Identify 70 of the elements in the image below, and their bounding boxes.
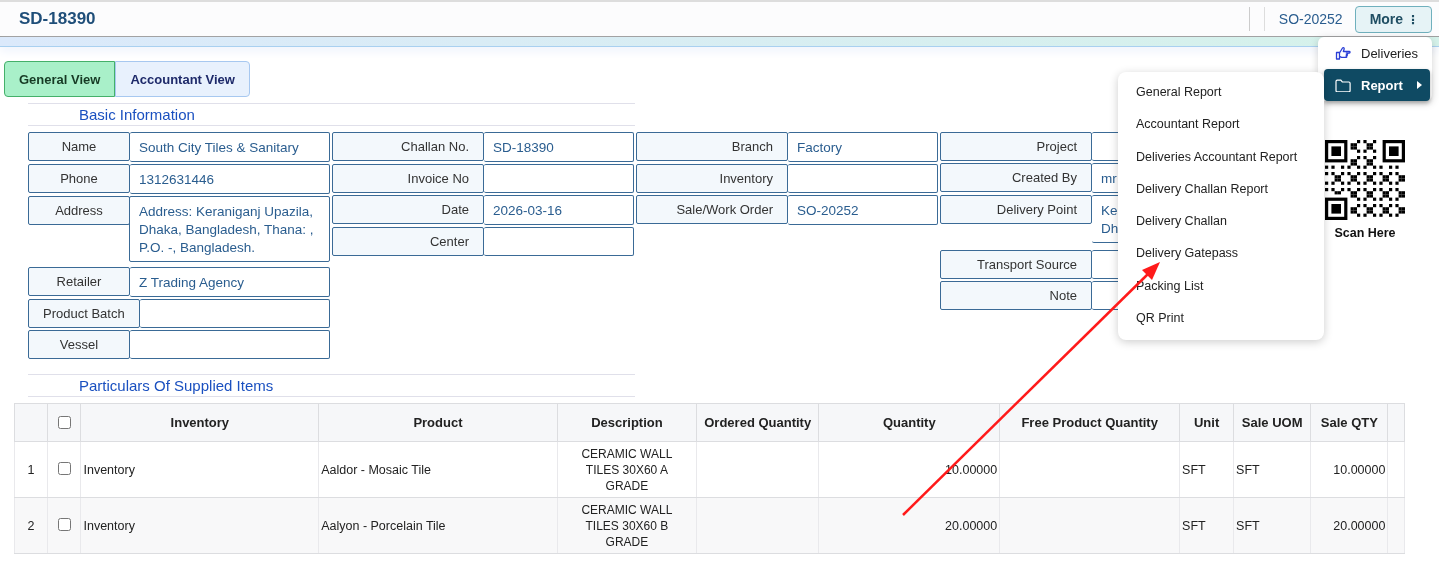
field-value: South City Tiles & Sanitary: [130, 132, 330, 162]
column-header: Unit: [1179, 403, 1234, 442]
view-tab[interactable]: Accountant View: [115, 61, 250, 97]
table-cell: CERAMIC WALL TILES 30X60 B GRADE: [557, 497, 697, 554]
column-header: Inventory: [81, 403, 319, 442]
qr-caption: Scan Here: [1334, 226, 1396, 240]
field-label: Center: [332, 227, 484, 256]
field-label: Delivery Point: [940, 195, 1092, 224]
field-label: Retailer: [28, 267, 130, 296]
menu-item[interactable]: Packing List: [1118, 269, 1324, 303]
table-cell: 20.00000: [1310, 497, 1388, 554]
row-number: 1: [14, 441, 48, 498]
table-cell: SFT: [1233, 497, 1311, 554]
field-label: Created By: [940, 163, 1092, 192]
view-tab[interactable]: General View: [4, 61, 116, 97]
field-value: SD-18390: [484, 132, 634, 162]
table-cell: SFT: [1179, 497, 1234, 554]
field-value: Factory: [788, 132, 938, 162]
field-label: Date: [332, 195, 484, 224]
order-link[interactable]: SO-20252: [1278, 11, 1343, 27]
table-cell: SFT: [1233, 441, 1311, 498]
field-value: 2026-03-16: [484, 195, 634, 225]
field-label: Inventory: [636, 164, 788, 193]
field-label: Product Batch: [28, 299, 140, 328]
table-cell: 10.00000: [1310, 441, 1388, 498]
table-cell: Inventory: [81, 497, 319, 554]
column-header: Quantity: [818, 403, 1000, 442]
row-checkbox[interactable]: [57, 462, 71, 475]
field-value: 1312631446: [130, 164, 330, 194]
menu-item[interactable]: Accountant Report: [1118, 108, 1324, 141]
field-label: Address: [28, 196, 130, 225]
column-header: Sale QTY: [1310, 403, 1388, 442]
section-heading: Basic Information: [79, 106, 195, 123]
table-cell: Aaldor - Mosaic Tile: [318, 441, 558, 498]
select-all-checkbox[interactable]: [57, 416, 71, 429]
field-label: Name: [28, 132, 130, 161]
section-heading: Particulars Of Supplied Items: [79, 377, 274, 394]
table-cell: SFT: [1179, 441, 1234, 498]
column-header: Product: [318, 403, 558, 442]
field-label: Note: [940, 281, 1092, 310]
field-label: Transport Source: [940, 250, 1092, 279]
row-number: 2: [14, 497, 48, 554]
column-header: Description: [557, 403, 697, 442]
field-label: Invoice No: [332, 164, 484, 193]
field-value: Z Trading Agency: [130, 267, 330, 297]
menu-item[interactable]: QR Print: [1118, 302, 1324, 335]
menu-item[interactable]: Report: [1324, 69, 1430, 101]
table-cell: 20.00000: [818, 497, 1000, 554]
page-title: SD-18390: [19, 9, 96, 29]
menu-item[interactable]: Deliveries: [1318, 37, 1432, 69]
pointing-hand-icon: [1335, 46, 1351, 60]
field-label: Branch: [636, 132, 788, 161]
column-header: Sale UOM: [1233, 403, 1311, 442]
row-checkbox[interactable]: [57, 518, 71, 531]
table-cell: CERAMIC WALL TILES 30X60 A GRADE: [557, 441, 697, 498]
field-label: Sale/Work Order: [636, 195, 788, 224]
field-label: Challan No.: [332, 132, 484, 161]
table-cell: Aalyon - Porcelain Tile: [318, 497, 558, 554]
more-button[interactable]: More ⋮: [1354, 5, 1432, 33]
field-label: Phone: [28, 164, 130, 193]
field-label: Project: [940, 132, 1092, 161]
column-header: Ordered Quantity: [696, 403, 819, 442]
folder-icon: [1335, 78, 1351, 92]
header-divider: [1248, 7, 1265, 31]
column-header: Free Product Quantity: [999, 403, 1180, 442]
field-value: Address: Keraniganj Upazila, Dhaka, Bangladesh, Thana: , P.O. -, Bangladesh.: [129, 196, 330, 262]
menu-item[interactable]: General Report: [1118, 76, 1324, 109]
field-value: SO-20252: [788, 195, 938, 225]
table-cell: Inventory: [81, 441, 319, 498]
field-label: Vessel: [28, 330, 130, 359]
